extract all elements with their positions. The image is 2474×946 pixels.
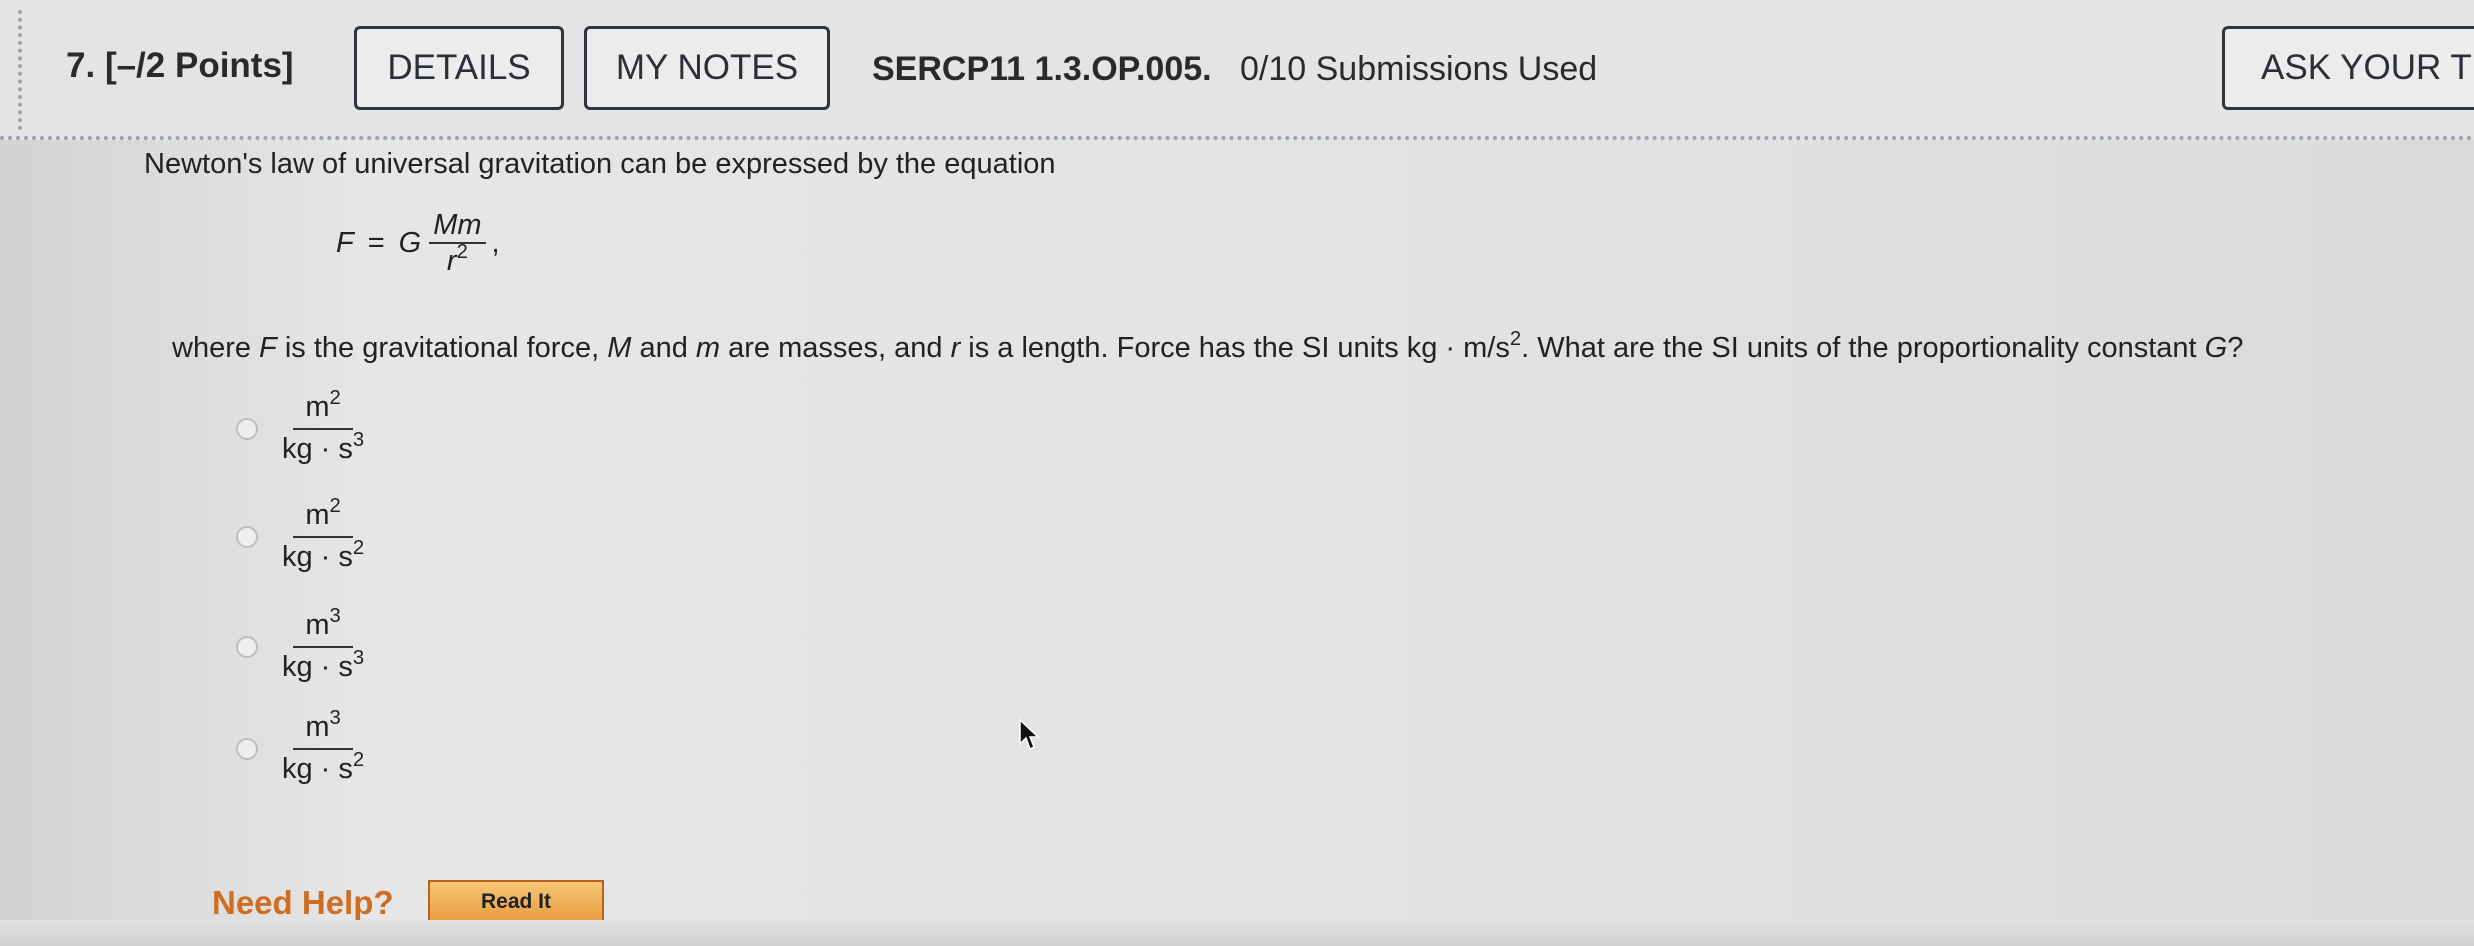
- option-denominator: kg · s3: [282, 430, 364, 466]
- question-text-4: are masses, and: [720, 332, 951, 364]
- question-text-2: is the gravitational force,: [276, 332, 608, 364]
- option-denominator: kg · s3: [282, 648, 364, 684]
- answer-option-1[interactable]: m2 kg · s3: [236, 388, 364, 466]
- problem-intro: Newton's law of universal gravitation ca…: [144, 148, 1056, 180]
- question-text-5: is a length. Force has the SI units kg ·…: [960, 332, 1510, 364]
- mouse-cursor-icon: [1018, 718, 1040, 757]
- question-text-7: ?: [2227, 332, 2244, 364]
- question-text-3: and: [631, 332, 696, 364]
- option-numerator: m2: [293, 496, 353, 538]
- question-text-1: where: [172, 332, 260, 364]
- numerator-base: m: [305, 391, 330, 423]
- bottom-edge: [0, 920, 2474, 946]
- denominator-exponent: 2: [352, 748, 365, 771]
- my-notes-button-label: MY NOTES: [615, 48, 799, 87]
- equation-denominator-base: r: [446, 245, 457, 278]
- read-it-button[interactable]: Read It: [428, 880, 604, 924]
- problem-code: SERCP11 1.3.OP.005.: [872, 50, 1212, 88]
- numerator-exponent: 3: [329, 706, 341, 729]
- equation-denominator-exponent: 2: [456, 241, 468, 264]
- option-numerator: m2: [293, 388, 353, 430]
- radio-button[interactable]: [236, 417, 258, 440]
- details-button[interactable]: DETAILS: [354, 26, 564, 110]
- radio-button[interactable]: [236, 525, 258, 548]
- equation-equals: =: [367, 226, 385, 259]
- submissions-used: 0/10 Submissions Used: [1240, 50, 1598, 88]
- equation-denominator: r2: [446, 241, 468, 278]
- numerator-exponent: 2: [329, 386, 341, 409]
- question-var-M: M: [607, 332, 632, 364]
- radio-button[interactable]: [236, 635, 258, 658]
- denominator-base: kg · s: [282, 432, 353, 465]
- equation-trailing-comma: ,: [491, 226, 500, 259]
- numerator-exponent: 3: [329, 604, 341, 627]
- equation-numerator: Mm: [429, 210, 486, 245]
- option-denominator: kg · s2: [282, 750, 364, 786]
- numerator-base: m: [305, 499, 330, 531]
- option-fraction: m2 kg · s3: [282, 388, 364, 466]
- option-numerator: m3: [293, 606, 353, 648]
- option-fraction: m3 kg · s2: [282, 708, 364, 786]
- question-text-6: . What are the SI units of the proportio…: [1521, 332, 2205, 364]
- my-notes-button[interactable]: MY NOTES: [584, 26, 830, 110]
- left-dotted-border: [18, 10, 22, 130]
- question-number: 7.: [66, 46, 96, 85]
- option-fraction: m2 kg · s2: [282, 496, 364, 574]
- denominator-base: kg · s: [282, 540, 353, 573]
- answer-option-4[interactable]: m3 kg · s2: [236, 708, 364, 786]
- question-header: 7. [–/2 Points] DETAILS MY NOTES SERCP11…: [0, 0, 2474, 140]
- radio-button[interactable]: [236, 737, 258, 760]
- denominator-base: kg · s: [282, 650, 353, 683]
- question-var-r: r: [950, 332, 961, 364]
- points-label: [–/2 Points]: [104, 46, 294, 85]
- denominator-exponent: 3: [352, 428, 365, 451]
- numerator-exponent: 2: [329, 494, 341, 517]
- option-fraction: m3 kg · s3: [282, 606, 364, 684]
- equation-constant-symbol: G: [398, 226, 422, 259]
- question-number-points: 7. [–/2 Points]: [66, 46, 294, 86]
- read-it-button-label: Read It: [480, 890, 551, 913]
- question-var-m: m: [695, 332, 721, 364]
- answer-option-3[interactable]: m3 kg · s3: [236, 606, 364, 684]
- denominator-exponent: 2: [352, 536, 365, 559]
- ask-your-teacher-label: ASK YOUR TEA: [2261, 48, 2474, 87]
- answer-option-2[interactable]: m2 kg · s2: [236, 496, 364, 574]
- equation-fraction: Mm r2: [429, 210, 486, 278]
- question-panel: 7. [–/2 Points] DETAILS MY NOTES SERCP11…: [0, 0, 2474, 946]
- details-button-label: DETAILS: [387, 48, 531, 87]
- option-numerator: m3: [293, 708, 353, 750]
- problem-question: where F is the gravitational force, M an…: [172, 329, 2244, 365]
- equation-force-symbol: F: [336, 226, 354, 259]
- question-units-exponent: 2: [1509, 327, 1522, 350]
- question-var-G: G: [2204, 332, 2228, 364]
- denominator-base: kg · s: [282, 752, 353, 785]
- need-help-label: Need Help?: [212, 884, 394, 921]
- numerator-base: m: [305, 609, 330, 641]
- ask-your-teacher-button[interactable]: ASK YOUR TEA: [2222, 26, 2474, 110]
- option-denominator: kg · s2: [282, 538, 364, 574]
- gravitation-equation: F = G Mm r2 ,: [336, 210, 500, 277]
- question-var-F: F: [259, 332, 277, 364]
- denominator-exponent: 3: [352, 646, 365, 669]
- numerator-base: m: [305, 711, 330, 743]
